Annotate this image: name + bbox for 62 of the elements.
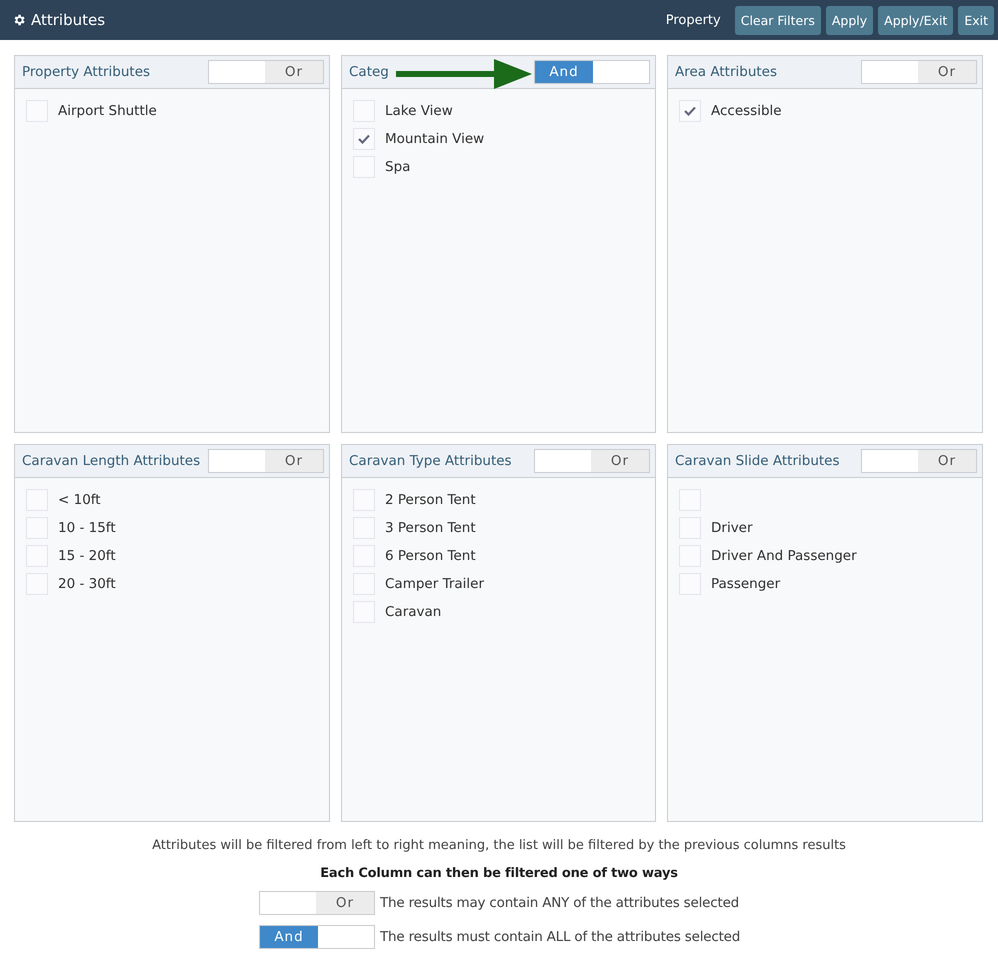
checkbox[interactable]	[26, 100, 48, 122]
and-or-toggle[interactable]: Or	[861, 449, 977, 473]
toolbar-button[interactable]: Clear Filters	[734, 6, 821, 34]
checkbox[interactable]	[26, 545, 48, 567]
checkbox[interactable]	[353, 517, 375, 539]
checkbox[interactable]	[26, 573, 48, 595]
help-text: Attributes will be filtered from left to right meaning, the list will be filtered by the previous columns results	[152, 838, 846, 853]
checkbox[interactable]	[26, 489, 48, 511]
attribute-label: Camper Trailer	[385, 576, 484, 592]
and-or-toggle[interactable]: Or	[208, 449, 324, 473]
panel-title: Categ	[349, 64, 390, 80]
attribute-label: 10 - 15ft	[58, 520, 116, 536]
checkbox[interactable]	[353, 100, 375, 122]
and-or-toggle[interactable]: Or	[534, 449, 650, 473]
legend-text: The results must contain ALL of the attributes selected	[380, 929, 740, 945]
attribute-label: Mountain View	[385, 131, 484, 147]
checkbox[interactable]	[679, 517, 701, 539]
attribute-label: Passenger	[711, 576, 780, 592]
check-icon	[684, 106, 696, 116]
checkbox[interactable]	[353, 156, 375, 178]
toolbar-button[interactable]: Apply	[826, 6, 874, 34]
attribute-label: Driver	[711, 520, 753, 536]
attribute-label: 2 Person Tent	[385, 492, 476, 508]
and-or-toggle[interactable]: Or	[259, 891, 375, 915]
toolbar-button[interactable]: Exit	[958, 6, 994, 34]
checkbox[interactable]	[353, 601, 375, 623]
attribute-label: 15 - 20ft	[58, 548, 116, 564]
attribute-label: < 10ft	[58, 492, 101, 508]
page-title: Attributes	[31, 11, 106, 29]
attribute-label: Airport Shuttle	[58, 103, 157, 119]
context-label: Property	[666, 12, 721, 28]
checkbox[interactable]	[353, 573, 375, 595]
attribute-label: 3 Person Tent	[385, 520, 476, 536]
and-or-toggle[interactable]: And	[259, 925, 375, 949]
panel-title: Caravan Slide Attributes	[675, 453, 841, 469]
checkbox[interactable]	[679, 545, 701, 567]
checkbox[interactable]	[26, 517, 48, 539]
checkbox[interactable]	[353, 489, 375, 511]
checkbox[interactable]	[679, 100, 701, 122]
panel-title: Property Attributes	[22, 64, 152, 80]
toolbar-button[interactable]: Apply/Exit	[878, 6, 954, 34]
checkbox[interactable]	[679, 489, 701, 511]
help-heading: Each Column can then be filtered one of two ways	[320, 866, 678, 881]
attribute-label: 20 - 30ft	[58, 576, 116, 592]
checkbox[interactable]	[679, 573, 701, 595]
panel-title: Area Attributes	[675, 64, 778, 80]
attribute-label: Driver And Passenger	[711, 548, 857, 564]
legend-text: The results may contain ANY of the attributes selected	[380, 895, 740, 911]
checkbox[interactable]	[353, 128, 375, 150]
panel-title: Caravan Type Attributes	[349, 453, 513, 469]
attribute-label: 6 Person Tent	[385, 548, 476, 564]
and-or-toggle[interactable]: And	[534, 60, 650, 84]
panel-title: Caravan Length Attributes	[22, 453, 202, 469]
attribute-label: Spa	[385, 159, 410, 175]
and-or-toggle[interactable]: Or	[208, 60, 324, 84]
check-icon	[358, 134, 370, 144]
checkbox[interactable]	[353, 545, 375, 567]
attribute-label: Caravan	[385, 604, 442, 620]
and-or-toggle[interactable]: Or	[861, 60, 977, 84]
attribute-label: Accessible	[711, 103, 782, 119]
gear-icon	[12, 13, 26, 27]
attribute-label: Lake View	[385, 103, 453, 119]
